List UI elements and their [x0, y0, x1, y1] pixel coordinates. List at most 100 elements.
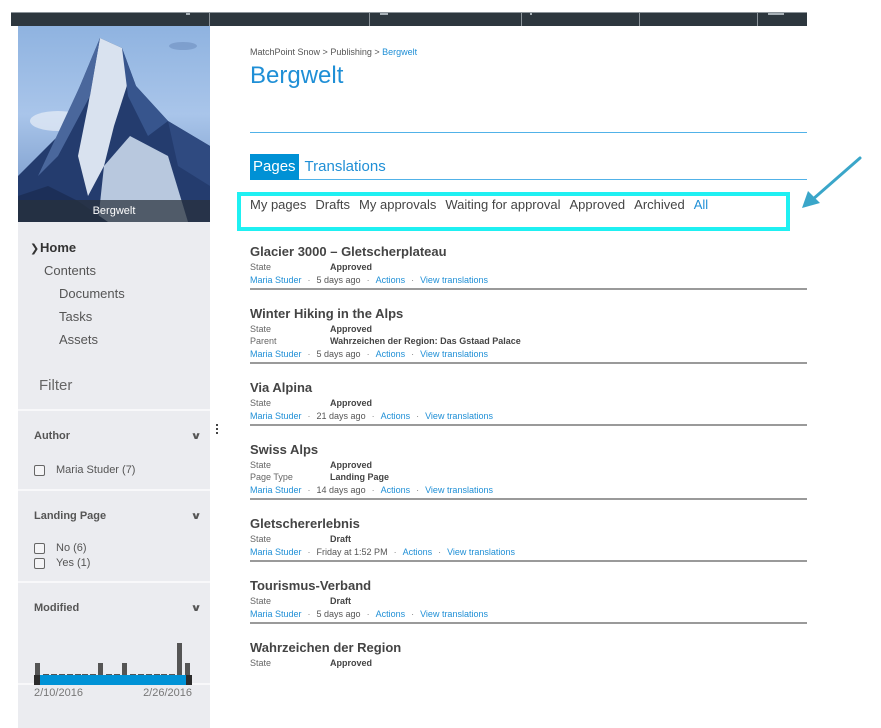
- item-property: State Approved: [250, 657, 807, 669]
- actions-link[interactable]: Actions: [376, 273, 406, 287]
- view-translations-link[interactable]: View translations: [425, 483, 493, 497]
- actions-link[interactable]: Actions: [403, 545, 433, 559]
- separator-dot: ·: [438, 547, 442, 557]
- facet-option-yes[interactable]: Yes (1): [34, 556, 210, 570]
- range-handle-end[interactable]: [186, 675, 192, 685]
- separator-dot: ·: [366, 609, 370, 619]
- subtab-my-pages[interactable]: My pages: [250, 197, 306, 212]
- facet-modified-header[interactable]: Modified ∨: [34, 583, 210, 623]
- facet-option-maria-studer[interactable]: Maria Studer (7): [34, 463, 210, 477]
- site-hero-image[interactable]: Bergwelt: [18, 26, 210, 222]
- author-link[interactable]: Maria Studer: [250, 347, 302, 361]
- site-navigation: ❯Home Contents Documents Tasks Assets: [18, 222, 210, 351]
- more-options-icon[interactable]: [214, 424, 220, 436]
- subtab-approved[interactable]: Approved: [570, 197, 626, 212]
- actions-link[interactable]: Actions: [376, 607, 406, 621]
- item-title-link[interactable]: Glacier 3000 – Gletscherplateau: [250, 243, 807, 261]
- item-title-link[interactable]: Wahrzeichen der Region: [250, 639, 807, 657]
- histogram-bar-empty: [169, 674, 175, 675]
- property-value: Approved: [330, 460, 373, 470]
- subtab-all[interactable]: All: [694, 197, 708, 212]
- range-start-label: 2/10/2016: [34, 687, 83, 699]
- separator-dot: ·: [307, 547, 311, 557]
- item-title-link[interactable]: Swiss Alps: [250, 441, 807, 459]
- subtab-drafts[interactable]: Drafts: [315, 197, 350, 212]
- top-nav-segment[interactable]: [522, 13, 640, 26]
- property-value: Wahrzeichen der Region: Das Gstaad Palac…: [330, 336, 521, 346]
- item-title-link[interactable]: Tourismus-Verband: [250, 577, 807, 595]
- facet-option-no[interactable]: No (6): [34, 541, 210, 555]
- checkbox[interactable]: [34, 464, 45, 476]
- item-meta: Maria Studer · 14 days ago · Actions · V…: [250, 483, 807, 497]
- actions-link[interactable]: Actions: [376, 347, 406, 361]
- histogram-bar-empty: [114, 674, 120, 675]
- range-end-label: 2/26/2016: [143, 687, 192, 699]
- page-filter-tabs: My pages Drafts My approvals Waiting for…: [250, 197, 717, 212]
- author-link[interactable]: Maria Studer: [250, 273, 302, 287]
- modified-time: 5 days ago: [316, 349, 361, 359]
- top-nav-segment[interactable]: [640, 13, 758, 26]
- top-nav-bar: [11, 12, 807, 26]
- top-nav-segment[interactable]: [210, 13, 370, 26]
- nav-item-tasks[interactable]: Tasks: [18, 305, 210, 328]
- tab-translations[interactable]: Translations: [302, 154, 389, 180]
- subtab-waiting-for-approval[interactable]: Waiting for approval: [445, 197, 560, 212]
- top-nav-segment[interactable]: [758, 13, 807, 26]
- subtab-my-approvals[interactable]: My approvals: [359, 197, 436, 212]
- range-handle-start[interactable]: [34, 675, 40, 685]
- breadcrumb-item-current[interactable]: Bergwelt: [382, 47, 417, 57]
- facet-landing-page-header[interactable]: Landing Page ∨: [34, 491, 210, 531]
- author-link[interactable]: Maria Studer: [250, 545, 302, 559]
- facet-title: Modified: [34, 602, 80, 614]
- nav-item-documents[interactable]: Documents: [18, 282, 210, 305]
- breadcrumb-item[interactable]: Publishing: [330, 47, 372, 57]
- facet-author-header[interactable]: Author ∨: [34, 411, 210, 451]
- list-item: Gletschererlebnis State Draft Maria Studer…: [250, 515, 807, 562]
- item-title-link[interactable]: Winter Hiking in the Alps: [250, 305, 807, 323]
- actions-link[interactable]: Actions: [381, 483, 411, 497]
- top-nav-icon: [530, 13, 532, 15]
- checkbox[interactable]: [34, 542, 45, 554]
- view-translations-link[interactable]: View translations: [447, 545, 515, 559]
- author-link[interactable]: Maria Studer: [250, 409, 302, 423]
- modified-time: 5 days ago: [316, 609, 361, 619]
- sidebar: Bergwelt ❯Home Contents Documents Tasks …: [18, 26, 210, 728]
- facet-modified: Modified ∨ 2/10/2016 2/26/2016: [18, 583, 210, 699]
- top-nav-segment[interactable]: [370, 13, 522, 26]
- chevron-down-icon[interactable]: ∨: [190, 431, 201, 442]
- nav-item-contents[interactable]: Contents: [18, 259, 210, 282]
- top-nav-segment[interactable]: [11, 13, 210, 26]
- item-title-link[interactable]: Gletschererlebnis: [250, 515, 807, 533]
- checkbox[interactable]: [34, 557, 45, 569]
- item-title-link[interactable]: Via Alpina: [250, 379, 807, 397]
- author-link[interactable]: Maria Studer: [250, 483, 302, 497]
- hero-caption: Bergwelt: [18, 200, 210, 222]
- facet-landing-page: Landing Page ∨ No (6) Yes (1): [18, 491, 210, 581]
- date-range-slider[interactable]: [34, 675, 192, 685]
- item-property: State Draft: [250, 595, 807, 607]
- chevron-down-icon[interactable]: ∨: [190, 511, 201, 522]
- view-translations-link[interactable]: View translations: [420, 273, 488, 287]
- view-translations-link[interactable]: View translations: [425, 409, 493, 423]
- histogram-bar-empty: [51, 674, 57, 675]
- histogram-bar: [185, 663, 190, 675]
- list-item: Swiss Alps State Approved Page Type Landing …: [250, 441, 807, 500]
- separator-dot: ·: [411, 275, 415, 285]
- property-key: State: [250, 596, 272, 606]
- modified-time: 21 days ago: [316, 411, 366, 421]
- subtab-archived[interactable]: Archived: [634, 197, 685, 212]
- nav-item-assets[interactable]: Assets: [18, 328, 210, 351]
- range-labels: 2/10/2016 2/26/2016: [34, 687, 192, 699]
- view-translations-link[interactable]: View translations: [420, 607, 488, 621]
- annotation-arrow-icon: [802, 156, 862, 208]
- chevron-down-icon[interactable]: ∨: [190, 603, 201, 614]
- separator-dot: ·: [416, 485, 420, 495]
- histogram-bar-empty: [82, 674, 88, 675]
- view-translations-link[interactable]: View translations: [420, 347, 488, 361]
- tab-pages[interactable]: Pages: [250, 154, 299, 180]
- breadcrumb-item[interactable]: MatchPoint Snow: [250, 47, 320, 57]
- divider: [250, 132, 807, 133]
- author-link[interactable]: Maria Studer: [250, 607, 302, 621]
- nav-item-home[interactable]: ❯Home: [18, 236, 210, 259]
- actions-link[interactable]: Actions: [381, 409, 411, 423]
